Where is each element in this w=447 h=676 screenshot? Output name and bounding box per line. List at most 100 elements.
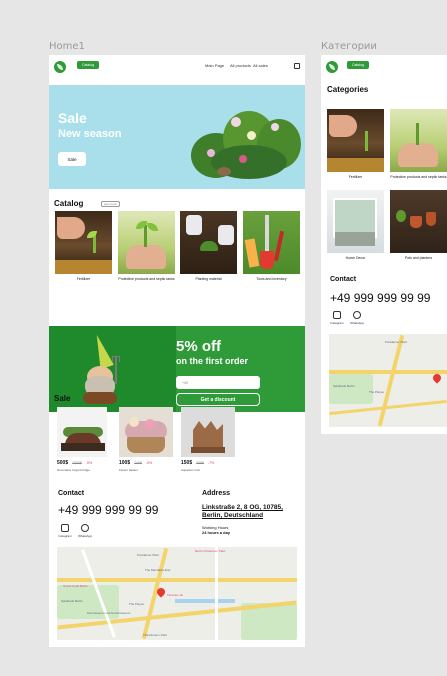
sale-price: 150$ xyxy=(181,460,193,466)
sale-title: Sale xyxy=(54,394,71,403)
sale-card[interactable]: 150$ 200$ -7% Aquarium lock xyxy=(181,407,235,472)
catalog-see-more[interactable]: see more xyxy=(101,201,120,207)
hero-sale-button[interactable]: Sale xyxy=(58,152,86,166)
flower-basket-image xyxy=(119,407,173,457)
category-card-tools[interactable]: Tools and inventory xyxy=(243,211,300,281)
social-label: WhatsApp xyxy=(78,534,92,538)
contact-title: Contact xyxy=(330,276,357,283)
planting-image xyxy=(180,211,237,274)
category-label: Fertilizer xyxy=(76,277,91,281)
sale-card[interactable]: 100$ 140$ -5% Flower basket xyxy=(119,407,173,472)
nav-all-products[interactable]: All products xyxy=(230,63,251,68)
discount-badge: -7% xyxy=(207,461,215,465)
location-map[interactable]: Berlin Potsdamer Platz Potsdamer Platz T… xyxy=(57,547,297,640)
category-label: Fertilizer xyxy=(348,175,363,179)
category-label: Home Decor xyxy=(345,256,366,260)
working-hours-value: 24 hours a day xyxy=(202,530,231,536)
map-label: Kinomuseum und Kunstmuseum xyxy=(87,611,131,615)
logo-icon[interactable] xyxy=(54,61,66,73)
instagram-icon xyxy=(333,311,341,319)
category-card-protective[interactable]: Protective products and septic tanks xyxy=(118,211,175,281)
sale-price: 100$ xyxy=(119,460,131,466)
frame-label-home: Home1 xyxy=(49,41,85,52)
instagram-link[interactable]: Instagram xyxy=(330,311,344,325)
sale-item-name: Decorative forged bridge xyxy=(57,468,90,472)
instagram-icon xyxy=(61,524,69,532)
social-label: WhatsApp xyxy=(350,321,364,325)
map-label: Berlin Potsdamer Platz xyxy=(195,549,226,553)
map-label: The Playce xyxy=(369,390,385,394)
pots-image xyxy=(390,190,447,253)
discount-badge: -5% xyxy=(85,461,93,465)
map-label: Potsdamer Platz xyxy=(137,553,160,557)
category-card-pots[interactable]: Pots and planters xyxy=(390,190,447,260)
tools-image xyxy=(243,211,300,274)
nav-main-page[interactable]: Main Page xyxy=(205,63,224,68)
fertilizer-image xyxy=(327,109,384,172)
promo-title: 5% off xyxy=(176,338,221,355)
phone-input[interactable]: +49 xyxy=(176,376,260,389)
promo-subtitle: on the first order xyxy=(176,356,249,366)
location-pin-icon xyxy=(431,372,443,384)
categories-frame: Catalog Categories Fertilizer Protective… xyxy=(321,55,447,434)
hero-subtitle: New season xyxy=(58,128,122,140)
get-discount-button[interactable]: Get a discount xyxy=(176,393,260,406)
map-label: Tilla-Durieux-Park xyxy=(143,633,167,637)
social-label: Instagram xyxy=(330,321,344,325)
map-label: Grand Hyatt Berlin xyxy=(63,584,88,588)
cart-icon[interactable] xyxy=(294,63,300,69)
address-text[interactable]: Linkstraße 2, 8 OG, 10785, Berlin, Deuts… xyxy=(202,504,302,521)
sale-price: 500$ xyxy=(57,460,69,466)
nav-all-sales[interactable]: All sales xyxy=(253,63,268,68)
catalog-button[interactable]: Catalog xyxy=(77,61,99,69)
header: Catalog Main Page All products All sales xyxy=(49,55,305,79)
map-label: Potsdamer Platz xyxy=(385,340,408,344)
contact-phone[interactable]: +49 999 999 99 99 xyxy=(330,291,430,305)
discount-banner: 5% off on the first order +49 Get a disc… xyxy=(49,326,305,412)
category-label: Protective products and septic tanks xyxy=(390,175,447,179)
frame-label-categories: Категории xyxy=(321,41,377,52)
catalog-title: Catalog xyxy=(54,199,84,208)
old-price: 1000$ xyxy=(72,461,82,465)
whatsapp-icon xyxy=(353,311,361,319)
whatsapp-icon xyxy=(81,524,89,532)
whatsapp-link[interactable]: WhatsApp xyxy=(350,311,364,325)
castle-image xyxy=(181,407,235,457)
category-card-fertilizer[interactable]: Fertilizer xyxy=(327,109,384,179)
protective-image xyxy=(390,109,447,172)
category-card-protective[interactable]: Protective products and septic tanks xyxy=(390,109,447,179)
catalog-button[interactable]: Catalog xyxy=(347,61,369,69)
instagram-link[interactable]: Instagram xyxy=(58,524,72,538)
categories-title: Categories xyxy=(327,85,369,94)
contact-phone[interactable]: +49 999 999 99 99 xyxy=(58,503,158,517)
whatsapp-link[interactable]: WhatsApp xyxy=(78,524,92,538)
working-hours: Working Hours 24 hours a day xyxy=(202,525,230,535)
category-label: Pots and planters xyxy=(404,256,433,260)
social-label: Instagram xyxy=(58,534,72,538)
location-map[interactable]: Potsdamer Platz Spielbank Berlin The Pla… xyxy=(329,334,447,427)
map-label: The Mandala Hotel xyxy=(145,568,171,572)
bridge-image xyxy=(57,407,107,457)
category-card-fertilizer[interactable]: Fertilizer xyxy=(55,211,112,281)
hero-banner: Sale New season Sale xyxy=(49,85,305,189)
category-card-home-decor[interactable]: Home Decor xyxy=(327,190,384,260)
hero-title: Sale xyxy=(58,110,87,126)
discount-badge: -5% xyxy=(145,461,153,465)
category-label: Protective products and septic tanks xyxy=(118,277,175,281)
address-title: Address xyxy=(202,490,231,497)
sale-item-name: Flower basket xyxy=(119,468,138,472)
logo-icon[interactable] xyxy=(326,61,338,73)
contact-title: Contact xyxy=(58,490,85,497)
map-label: The Playce xyxy=(129,602,145,606)
sale-card[interactable]: 500$ 1000$ -5% Decorative forged bridge xyxy=(57,407,107,472)
old-price: 140$ xyxy=(134,461,142,465)
map-label: Spielbank Berlin xyxy=(61,599,83,603)
fertilizer-image xyxy=(55,211,112,274)
map-label: Tierarten.de xyxy=(167,593,184,597)
category-card-planting[interactable]: Planting material xyxy=(180,211,237,281)
garden-bush-image xyxy=(187,105,305,185)
old-price: 200$ xyxy=(196,461,204,465)
home-decor-image xyxy=(327,190,384,253)
category-label: Tools and inventory xyxy=(256,277,287,281)
category-label: Planting material xyxy=(195,277,222,281)
